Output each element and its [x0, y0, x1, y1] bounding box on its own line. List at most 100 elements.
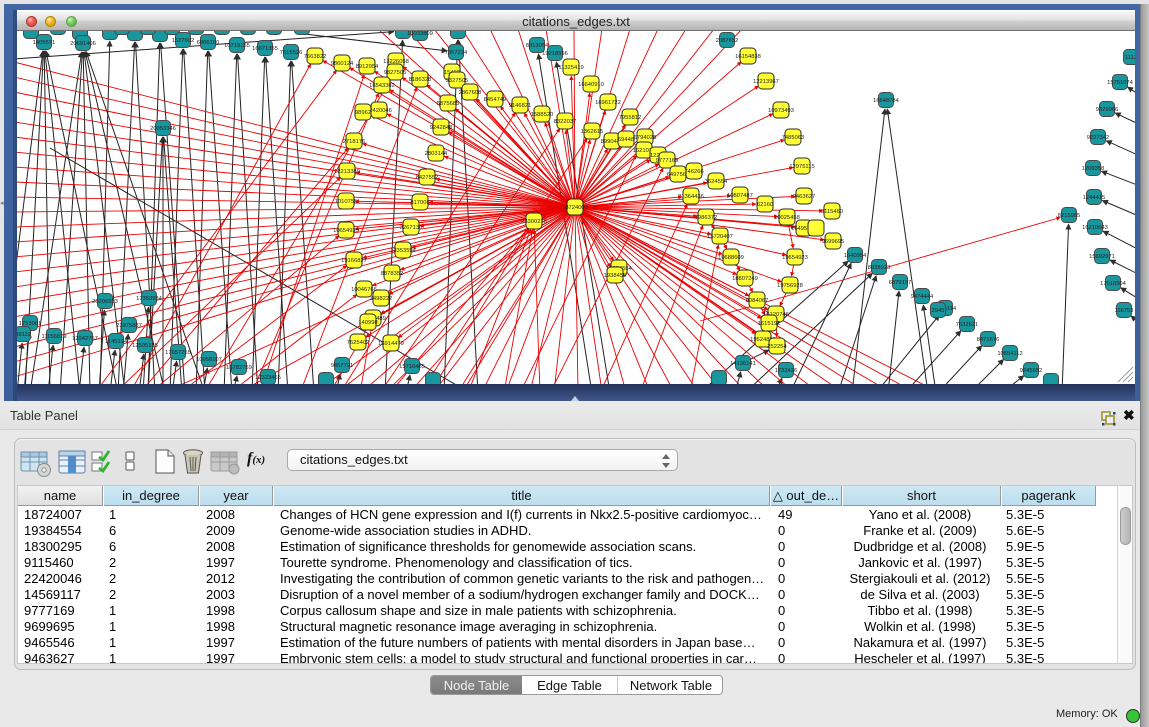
svg-text:16782759: 16782759 [226, 365, 252, 371]
svg-text:19166827: 19166827 [341, 258, 367, 264]
svg-text:17016504: 17016504 [1100, 281, 1127, 287]
svg-text:17353934: 17353934 [136, 296, 163, 302]
svg-text:1244415: 1244415 [1083, 195, 1106, 201]
svg-text:1010755: 1010755 [335, 199, 358, 205]
svg-text:62160: 62160 [757, 202, 773, 208]
svg-text:8912954: 8912954 [356, 64, 379, 70]
svg-text:9329966: 9329966 [1096, 107, 1119, 113]
svg-text:7485063: 7485063 [782, 135, 805, 141]
svg-text:9115460: 9115460 [821, 209, 843, 215]
svg-text:746266: 746266 [684, 169, 703, 175]
svg-text:69448: 69448 [618, 137, 634, 143]
svg-text:12213967: 12213967 [753, 79, 779, 85]
svg-text:116753: 116753 [1115, 308, 1134, 314]
svg-text:16671355: 16671355 [252, 46, 278, 52]
svg-text:15720407: 15720407 [707, 234, 733, 240]
svg-text:2867608: 2867608 [459, 90, 482, 96]
svg-text:8471676: 8471676 [977, 337, 1000, 343]
svg-text:3624554: 3624554 [705, 179, 728, 185]
svg-text:9084067: 9084067 [746, 298, 769, 304]
svg-text:20053346: 20053346 [150, 126, 176, 132]
svg-text:9245652: 9245652 [1020, 368, 1043, 374]
svg-text:15692971: 15692971 [1089, 254, 1115, 260]
svg-text:10973493: 10973493 [768, 108, 794, 114]
svg-text:15716485: 15716485 [399, 364, 425, 370]
svg-text:1588520: 1588520 [531, 112, 554, 118]
svg-text:9463627: 9463627 [793, 194, 816, 200]
svg-text:817006: 817006 [410, 200, 429, 206]
svg-text:1527602: 1527602 [172, 38, 195, 44]
svg-text:16640910: 16640910 [578, 82, 604, 88]
svg-text:2803144: 2803144 [425, 151, 448, 157]
svg-text:9474444: 9474444 [911, 294, 934, 300]
svg-text:8322037: 8322037 [554, 119, 577, 125]
svg-text:1733426: 1733426 [775, 368, 798, 374]
svg-text:16961722: 16961722 [595, 100, 621, 106]
svg-text:2718176: 2718176 [343, 139, 366, 145]
svg-text:1938455: 1938455 [604, 273, 627, 279]
svg-text:1362615: 1362615 [581, 129, 604, 135]
svg-text:20206553: 20206553 [92, 299, 118, 305]
svg-text:3267130: 3267130 [400, 225, 423, 231]
svg-text:14136141: 14136141 [730, 361, 756, 367]
svg-text:6879197: 6879197 [889, 280, 912, 286]
svg-text:17957255: 17957255 [165, 350, 191, 356]
svg-text:20691406: 20691406 [70, 41, 96, 47]
svg-text:10025458: 10025458 [774, 215, 800, 221]
svg-text:252254: 252254 [767, 344, 787, 350]
svg-text:7663822: 7663822 [304, 54, 327, 60]
svg-text:11156819: 11156819 [42, 334, 67, 340]
svg-text:1145194: 1145194 [105, 339, 128, 345]
svg-text:9777169: 9777169 [656, 158, 679, 164]
svg-text:10807487: 10807487 [727, 193, 753, 199]
svg-text:9457791: 9457791 [331, 363, 354, 369]
svg-text:1405571: 1405571 [33, 40, 56, 46]
svg-text:39119: 39119 [17, 332, 31, 338]
svg-text:9860124: 9860124 [331, 61, 354, 67]
svg-text:7357224: 7357224 [445, 50, 468, 56]
svg-text:8215955: 8215955 [1058, 213, 1081, 219]
svg-text:7625402: 7625402 [347, 340, 370, 346]
svg-text:9827505: 9827505 [384, 70, 407, 76]
svg-text:16033809: 16033809 [407, 31, 433, 37]
svg-text:9699695: 9699695 [822, 239, 845, 245]
svg-text:2945: 2945 [932, 308, 945, 314]
svg-text:98962: 98962 [355, 110, 371, 116]
svg-text:7955812: 7955812 [619, 115, 642, 121]
svg-text:6794028: 6794028 [634, 135, 657, 141]
svg-text:8427552: 8427552 [416, 175, 439, 181]
svg-text:15751074: 15751074 [1107, 80, 1134, 86]
svg-text:12323465: 12323465 [255, 375, 281, 381]
svg-text:1615192: 1615192 [758, 321, 781, 327]
svg-text:11325419: 11325419 [558, 65, 583, 71]
svg-text:140998: 140998 [358, 320, 377, 326]
svg-text:9242848: 9242848 [430, 125, 453, 131]
svg-text:8938923: 8938923 [868, 265, 891, 271]
svg-text:8454749: 8454749 [484, 97, 507, 103]
svg-text:10688609: 10688609 [718, 255, 744, 261]
svg-text:6966160: 6966160 [197, 40, 220, 46]
svg-text:8186328: 8186328 [409, 77, 432, 83]
svg-text:1640954: 1640954 [844, 253, 867, 259]
svg-text:16210643: 16210643 [1082, 225, 1108, 231]
svg-text:16154838: 16154838 [735, 54, 761, 60]
svg-text:18807249: 18807249 [732, 276, 758, 282]
svg-text:5875685: 5875685 [437, 101, 460, 107]
svg-text:10654935: 10654935 [333, 228, 359, 234]
svg-text:9227342: 9227342 [1087, 135, 1110, 141]
svg-text:3498222: 3498222 [370, 296, 393, 302]
svg-text:21364436: 21364436 [678, 194, 704, 200]
svg-text:8813054: 8813054 [526, 43, 549, 49]
svg-text:23300275: 23300275 [521, 219, 547, 225]
svg-text:19218596: 19218596 [542, 51, 568, 57]
svg-text:23975887: 23975887 [116, 323, 142, 329]
svg-text:9146821: 9146821 [509, 103, 532, 109]
svg-text:10958107: 10958107 [196, 357, 222, 363]
svg-text:18724007: 18724007 [562, 205, 588, 211]
svg-text:1112: 1112 [1125, 55, 1135, 61]
svg-text:13353594: 13353594 [390, 248, 417, 254]
svg-text:10654112: 10654112 [997, 351, 1022, 357]
svg-text:7632621: 7632621 [956, 322, 979, 328]
svg-text:10719155: 10719155 [224, 43, 250, 49]
svg-text:12942757: 12942757 [72, 336, 98, 342]
